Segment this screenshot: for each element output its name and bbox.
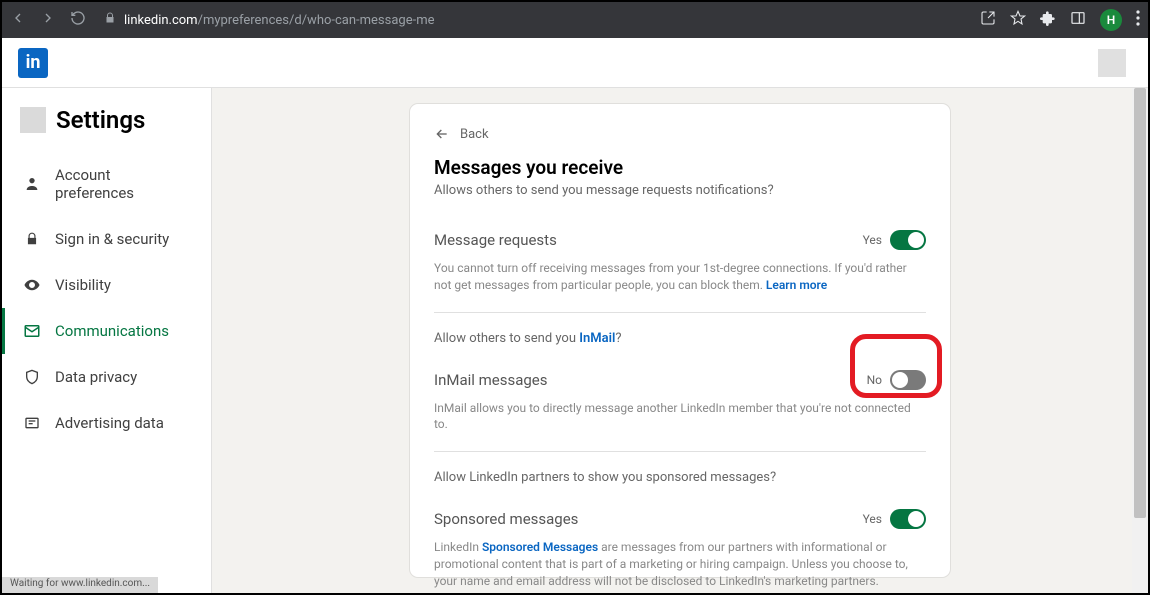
toggle-state-text: Yes	[863, 512, 882, 526]
forward-icon[interactable]	[40, 10, 56, 30]
sponsored-messages-link[interactable]: Sponsored Messages	[482, 540, 598, 554]
sidebar-item-visibility[interactable]: Visibility	[2, 262, 211, 308]
settings-title: Settings	[2, 106, 211, 152]
sidebar-item-communications[interactable]: Communications	[2, 308, 211, 354]
message-requests-toggle[interactable]	[890, 230, 926, 250]
extensions-icon[interactable]	[1040, 10, 1056, 30]
sidebar-item-label: Data privacy	[55, 368, 137, 386]
inmail-messages-label: InMail messages	[434, 371, 548, 389]
sponsored-messages-toggle[interactable]	[890, 509, 926, 529]
sidebar-item-label: Sign in & security	[55, 230, 169, 248]
message-requests-label: Message requests	[434, 231, 557, 249]
ad-icon	[23, 415, 41, 431]
sidebar-item-advertising-data[interactable]: Advertising data	[2, 400, 211, 446]
toggle-state-text: No	[867, 373, 882, 387]
settings-icon	[20, 107, 46, 133]
user-icon	[23, 176, 41, 192]
card-title: Messages you receive	[434, 156, 926, 179]
sidebar-item-signin-security[interactable]: Sign in & security	[2, 216, 211, 262]
address-bar[interactable]: linkedin.com/mypreferences/d/who-can-mes…	[98, 12, 968, 28]
scrollbar[interactable]	[1132, 88, 1148, 593]
panel-icon[interactable]	[1070, 10, 1086, 30]
arrow-left-icon	[434, 126, 450, 142]
sponsored-intro: Allow LinkedIn partners to show you spon…	[434, 470, 926, 485]
back-label: Back	[460, 127, 489, 142]
learn-more-link[interactable]: Learn more	[766, 278, 827, 292]
inmail-intro: Allow others to send you InMail?	[434, 331, 926, 346]
url-path: /mypreferences/d/who-can-message-me	[198, 13, 435, 28]
inmail-link[interactable]: InMail	[579, 331, 615, 346]
app-header: in	[2, 38, 1148, 88]
user-avatar[interactable]	[1098, 49, 1126, 77]
back-button[interactable]: Back	[434, 126, 926, 142]
profile-avatar[interactable]: H	[1100, 9, 1122, 31]
message-requests-helper: You cannot turn off receiving messages f…	[434, 260, 926, 313]
sidebar-item-label: Advertising data	[55, 414, 164, 432]
kebab-menu-icon[interactable]	[1136, 10, 1140, 30]
url-domain: linkedin.com	[124, 13, 198, 28]
settings-sidebar: Settings Account preferences Sign in & s…	[2, 88, 212, 593]
sidebar-item-data-privacy[interactable]: Data privacy	[2, 354, 211, 400]
browser-toolbar: linkedin.com/mypreferences/d/who-can-mes…	[2, 2, 1148, 38]
toggle-state-text: Yes	[863, 233, 882, 247]
sidebar-item-label: Visibility	[55, 276, 111, 294]
reload-icon[interactable]	[70, 10, 86, 30]
browser-status: Waiting for www.linkedin.com...	[2, 577, 158, 593]
shield-icon	[23, 369, 41, 385]
lock-icon	[23, 232, 41, 246]
linkedin-logo[interactable]: in	[18, 48, 48, 78]
sponsored-helper: LinkedIn Sponsored Messages are messages…	[434, 539, 926, 589]
mail-icon	[23, 322, 41, 340]
inmail-helper: InMail allows you to directly message an…	[434, 400, 926, 453]
settings-card: Back Messages you receive Allows others …	[410, 104, 950, 577]
share-icon[interactable]	[980, 10, 996, 30]
sidebar-item-account-preferences[interactable]: Account preferences	[2, 152, 211, 216]
lock-icon	[104, 12, 116, 28]
sponsored-messages-label: Sponsored messages	[434, 510, 578, 528]
sidebar-item-label: Communications	[55, 322, 169, 340]
inmail-messages-toggle[interactable]	[890, 370, 926, 390]
back-icon[interactable]	[10, 10, 26, 30]
star-icon[interactable]	[1010, 10, 1026, 30]
eye-icon	[23, 276, 41, 294]
sidebar-item-label: Account preferences	[55, 166, 193, 202]
card-subtitle: Allows others to send you message reques…	[434, 183, 926, 198]
